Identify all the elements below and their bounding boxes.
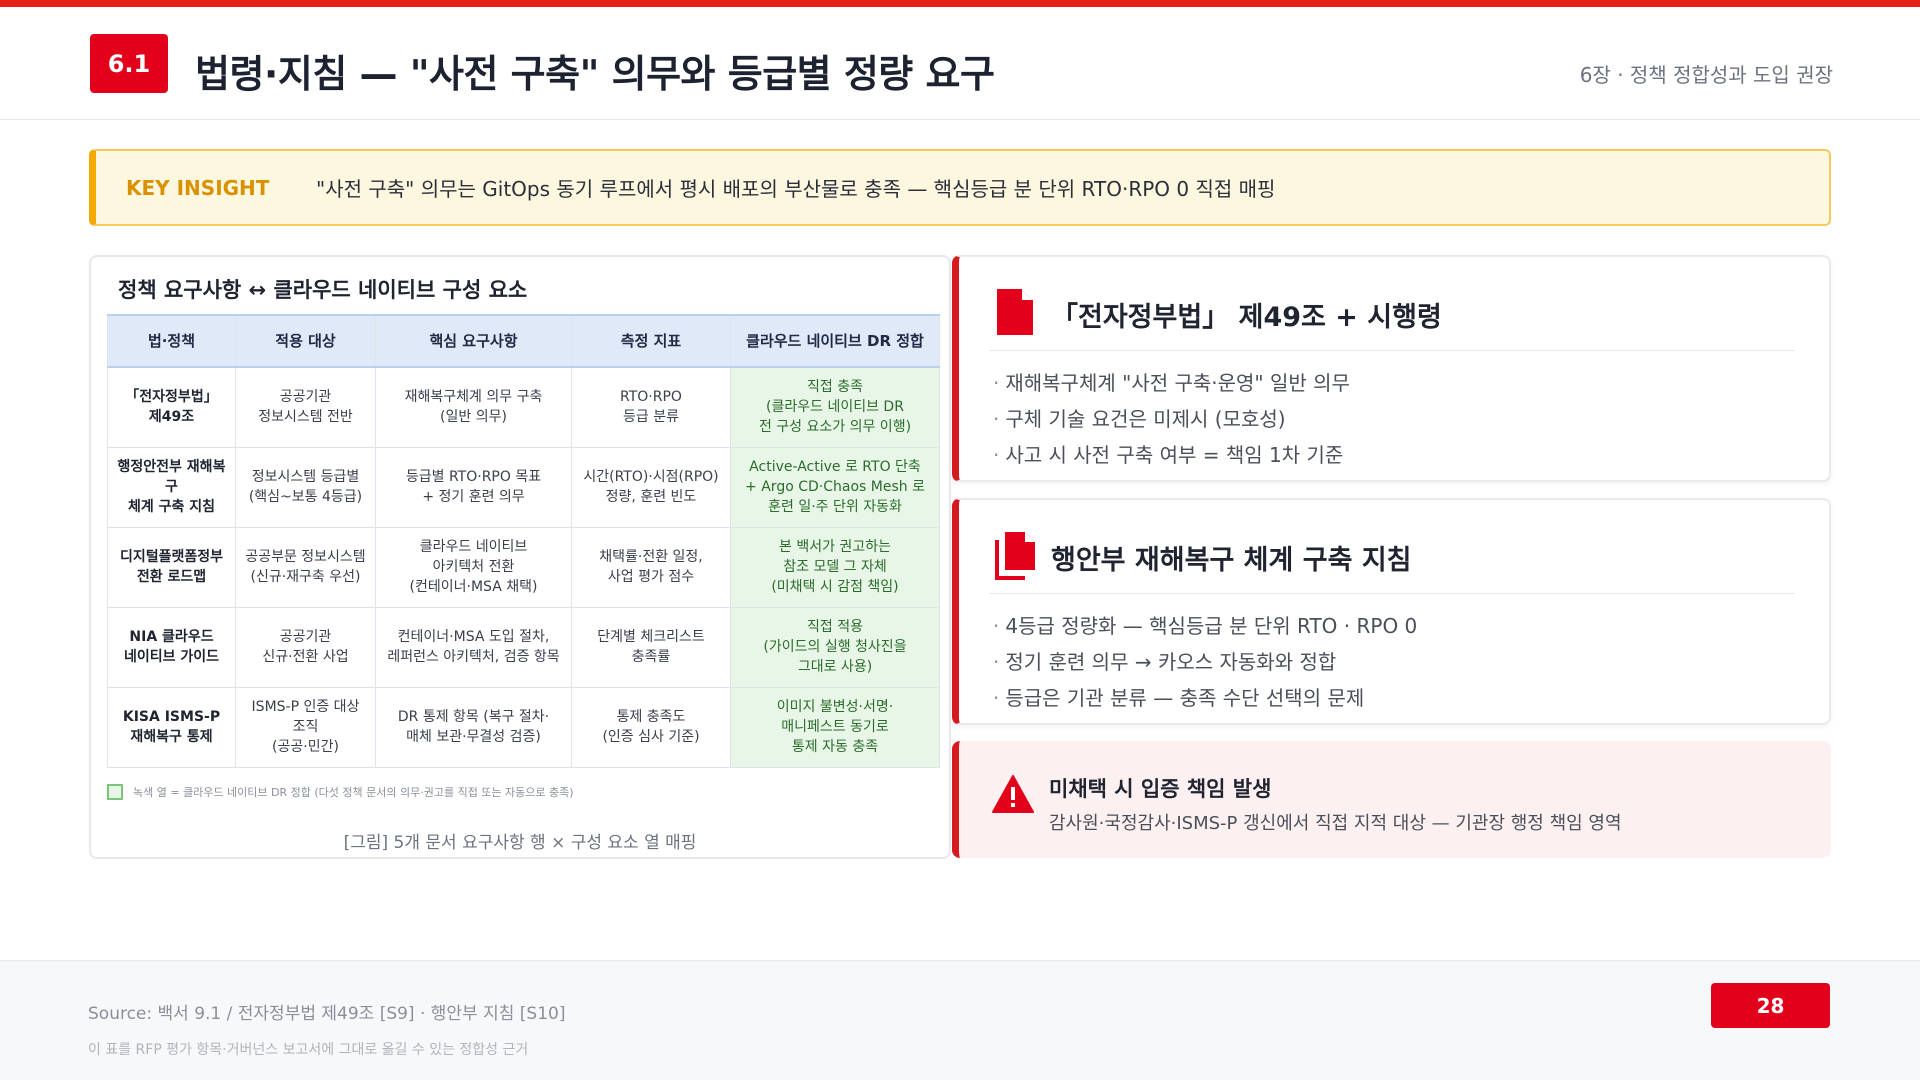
guideline-card: 행안부 재해복구 체계 구축 지침 4등급 정량화 — 핵심등급 분 단위 RT… xyxy=(952,498,1831,725)
page-footer: Source: 백서 9.1 / 전자정부법 제49조 [S9] · 행안부 지… xyxy=(0,960,1920,1080)
policy-cell: NIA 클라우드 네이티브 가이드 xyxy=(107,606,236,688)
policy-cell: 「전자정부법」 제49조 xyxy=(107,366,236,448)
table-cell: 등급별 RTO·RPO 목표 + 정기 훈련 의무 xyxy=(375,446,572,528)
column-header: 적용 대상 xyxy=(235,314,376,368)
table-cell: 통제 충족도 (인증 심사 기준) xyxy=(571,686,731,768)
table-cell: 공공기관 정보시스템 전반 xyxy=(235,366,376,448)
list-item: 4등급 정량화 — 핵심등급 분 단위 RTO · RPO 0 xyxy=(993,608,1417,644)
table-row: 「전자정부법」 제49조 공공기관 정보시스템 전반 재해복구체계 의무 구축 (일반 의… xyxy=(107,366,940,448)
card-title: 「전자정부법」 제49조 + 시행령 xyxy=(1051,302,1442,333)
table-cell: 클라우드 네이티브 아키텍처 전환 (컨테이너·MSA 채택) xyxy=(375,526,572,608)
chapter-label: 6장 · 정책 정합성과 도입 권장 xyxy=(1579,63,1833,87)
column-header: 클라우드 네이티브 DR 정합 xyxy=(730,314,940,368)
table-cell: 정보시스템 등급별 (핵심~보통 4등급) xyxy=(235,446,376,528)
document-icon xyxy=(997,289,1033,335)
table-cell: 컨테이너·MSA 도입 절차, 레퍼런스 아키텍처, 검증 항목 xyxy=(375,606,572,688)
match-cell: 본 백서가 권고하는 참조 모델 그 자체 (미채택 시 감점 책임) xyxy=(730,526,940,608)
policy-cell: KISA ISMS-P 재해복구 통제 xyxy=(107,686,236,768)
section-badge: 6.1 xyxy=(90,34,168,93)
column-header: 핵심 요구사항 xyxy=(375,314,572,368)
match-cell: 직접 충족 (클라우드 네이티브 DR 전 구성 요소가 의무 이행) xyxy=(730,366,940,448)
card-bullet-list: 4등급 정량화 — 핵심등급 분 단위 RTO · RPO 0 정기 훈련 의무… xyxy=(993,608,1417,716)
card-bullet-list: 재해복구체계 "사전 구축·운영" 일반 의무 구체 기술 요건은 미제시 (모… xyxy=(993,365,1350,473)
column-header: 법·정책 xyxy=(107,314,236,368)
card-divider xyxy=(989,350,1795,351)
list-item: 재해복구체계 "사전 구축·운영" 일반 의무 xyxy=(993,365,1350,401)
figure-caption: [그림] 5개 문서 요구사항 행 × 구성 요소 열 매핑 xyxy=(343,833,697,853)
legend-swatch xyxy=(107,784,123,800)
warning-title: 미채택 시 입증 책임 발생 xyxy=(1049,777,1272,801)
table-row: 행정안전부 재해복구 체계 구축 지침 정보시스템 등급별 (핵심~보통 4등급) 등급… xyxy=(107,446,940,528)
policy-cell: 디지털플랫폼정부 전환 로드맵 xyxy=(107,526,236,608)
footer-note: 이 표를 RFP 평가 항목·거버넌스 보고서에 그대로 옮길 수 있는 정합성… xyxy=(88,1042,529,1058)
column-header: 측정 지표 xyxy=(571,314,731,368)
warning-icon xyxy=(992,775,1034,813)
list-item: 정기 훈련 의무 → 카오스 자동화와 정합 xyxy=(993,644,1417,680)
match-cell: Active-Active 로 RTO 단축 + Argo CD·Chaos Me… xyxy=(730,446,940,528)
table-row: NIA 클라우드 네이티브 가이드 공공기관 신규·전환 사업 컨테이너·MSA 도입 … xyxy=(107,606,940,688)
legend-text: 녹색 열 = 클라우드 네이티브 DR 정합 (다섯 정책 문서의 의무·권고를… xyxy=(133,786,574,799)
warning-card: 미채택 시 입증 책임 발생 감사원·국정감사·ISMS-P 갱신에서 직접 지… xyxy=(952,741,1831,858)
documents-icon xyxy=(995,532,1035,580)
key-insight-banner: KEY INSIGHT "사전 구축" 의무는 GitOps 동기 루프에서 평… xyxy=(89,149,1831,226)
warning-text: 감사원·국정감사·ISMS-P 갱신에서 직접 지적 대상 — 기관장 행정 책… xyxy=(1049,813,1622,834)
table-legend: 녹색 열 = 클라우드 네이티브 DR 정합 (다섯 정책 문서의 의무·권고를… xyxy=(107,784,574,800)
table-header-row: 법·정책 적용 대상 핵심 요구사항 측정 지표 클라우드 네이티브 DR 정합 xyxy=(107,314,940,368)
e-government-act-card: 「전자정부법」 제49조 + 시행령 재해복구체계 "사전 구축·운영" 일반 … xyxy=(952,255,1831,482)
table-row: 디지털플랫폼정부 전환 로드맵 공공부문 정보시스템 (신규·재구축 우선) 클라우드 … xyxy=(107,526,940,608)
table-cell: RTO·RPO 등급 분류 xyxy=(571,366,731,448)
match-cell: 이미지 불변성·서명· 매니페스트 동기로 통제 자동 충족 xyxy=(730,686,940,768)
table-cell: 단계별 체크리스트 충족률 xyxy=(571,606,731,688)
table-cell: DR 통제 항목 (복구 절차· 매체 보관·무결성 검증) xyxy=(375,686,572,768)
table-cell: 시간(RTO)·시점(RPO) 정량, 훈련 빈도 xyxy=(571,446,731,528)
policy-cell: 행정안전부 재해복구 체계 구축 지침 xyxy=(107,446,236,528)
card-divider xyxy=(989,593,1795,594)
list-item: 사고 시 사전 구축 여부 = 책임 1차 기준 xyxy=(993,437,1350,473)
key-insight-label: KEY INSIGHT xyxy=(126,175,270,200)
page-title: 법령·지침 — "사전 구축" 의무와 등급별 정량 요구 xyxy=(195,52,995,96)
card-title: 행안부 재해복구 체계 구축 지침 xyxy=(1051,545,1412,576)
page-header: 6.1 법령·지침 — "사전 구축" 의무와 등급별 정량 요구 6장 · 정… xyxy=(0,7,1920,120)
policy-mapping-table: 법·정책 적용 대상 핵심 요구사항 측정 지표 클라우드 네이티브 DR 정합… xyxy=(107,314,940,768)
table-cell: 공공기관 신규·전환 사업 xyxy=(235,606,376,688)
top-accent-bar xyxy=(0,0,1920,7)
page-number: 28 xyxy=(1711,983,1830,1028)
policy-mapping-card: 정책 요구사항 ↔ 클라우드 네이티브 구성 요소 법·정책 적용 대상 핵심 … xyxy=(89,255,951,859)
source-citation: Source: 백서 9.1 / 전자정부법 제49조 [S9] · 행안부 지… xyxy=(88,1004,566,1024)
table-cell: 재해복구체계 의무 구축 (일반 의무) xyxy=(375,366,572,448)
match-cell: 직접 적용 (가이드의 실행 청사진을 그대로 사용) xyxy=(730,606,940,688)
table-row: KISA ISMS-P 재해복구 통제 ISMS-P 인증 대상 조직 (공공·민간) D… xyxy=(107,686,940,768)
table-cell: 공공부문 정보시스템 (신규·재구축 우선) xyxy=(235,526,376,608)
table-cell: ISMS-P 인증 대상 조직 (공공·민간) xyxy=(235,686,376,768)
policy-mapping-title: 정책 요구사항 ↔ 클라우드 네이티브 구성 요소 xyxy=(118,278,528,302)
table-cell: 채택률·전환 일정, 사업 평가 점수 xyxy=(571,526,731,608)
list-item: 구체 기술 요건은 미제시 (모호성) xyxy=(993,401,1350,437)
list-item: 등급은 기관 분류 — 충족 수단 선택의 문제 xyxy=(993,680,1417,716)
key-insight-text: "사전 구축" 의무는 GitOps 동기 루프에서 평시 배포의 부산물로 충… xyxy=(316,177,1276,201)
